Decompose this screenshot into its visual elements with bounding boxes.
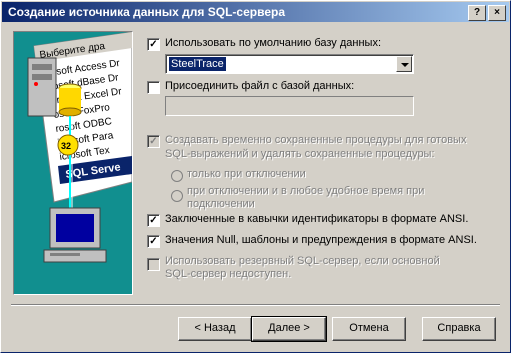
ansi-nulls-checkbox[interactable]: ✓ [147,235,160,248]
default-db-label[interactable]: Использовать по умолчанию базу данных: [165,37,381,49]
next-button[interactable]: Далее > [251,316,327,342]
radio-only-disconnect-label: только при отключении [187,168,306,180]
button-separator [11,304,500,306]
help-title-button[interactable]: ? [468,5,486,21]
radio-any-time [171,190,183,202]
failover-checkbox [147,258,160,271]
wizard-illustration: Выберите дра rosoft Access Dr rosoft dBa… [13,31,133,295]
window-title: Создание источника данных для SQL-сервер… [8,5,285,19]
temp-procs-checkbox: ✓ [147,135,160,148]
failover-label: Использовать резервный SQL-сервер, если … [165,255,440,267]
wizard-illustration-graphic: Выберите дра rosoft Access Dr rosoft dBa… [14,32,132,294]
cancel-button[interactable]: Отмена [332,317,406,341]
temp-procs-label-2: SQL-выражений и удалять сохраненные проц… [165,148,435,160]
quoted-ids-checkbox[interactable]: ✓ [147,214,160,227]
attach-file-input [165,96,414,116]
radio-any-time-label: при отключении и в любое удобное время п… [187,185,425,197]
quoted-ids-label[interactable]: Заключенные в кавычки идентификаторы в ф… [165,213,468,225]
radio-any-time-label-2: подключении [187,198,255,210]
radio-only-disconnect [171,170,183,182]
ansi-nulls-label[interactable]: Значения Null, шаблоны и предупреждения … [165,234,477,246]
temp-procs-label: Создавать временно сохраненные процедуры… [165,134,467,146]
attach-file-label[interactable]: Присоединить файл с базой данных: [165,80,354,92]
database-select-value: SteelTrace [169,57,226,71]
svg-text:32: 32 [61,141,71,151]
failover-label-2: SQL-сервер недоступен. [165,268,292,280]
title-bar[interactable]: Создание источника данных для SQL-сервер… [2,2,509,22]
database-select[interactable]: SteelTrace [165,54,414,74]
close-button[interactable]: × [488,5,506,21]
dialog-window: Создание источника данных для SQL-сервер… [0,0,511,353]
back-button[interactable]: < Назад [178,317,252,341]
default-db-checkbox[interactable]: ✓ [147,38,160,51]
help-button[interactable]: Справка [422,317,496,341]
chevron-down-icon[interactable] [396,56,412,72]
attach-file-checkbox[interactable] [147,81,160,94]
